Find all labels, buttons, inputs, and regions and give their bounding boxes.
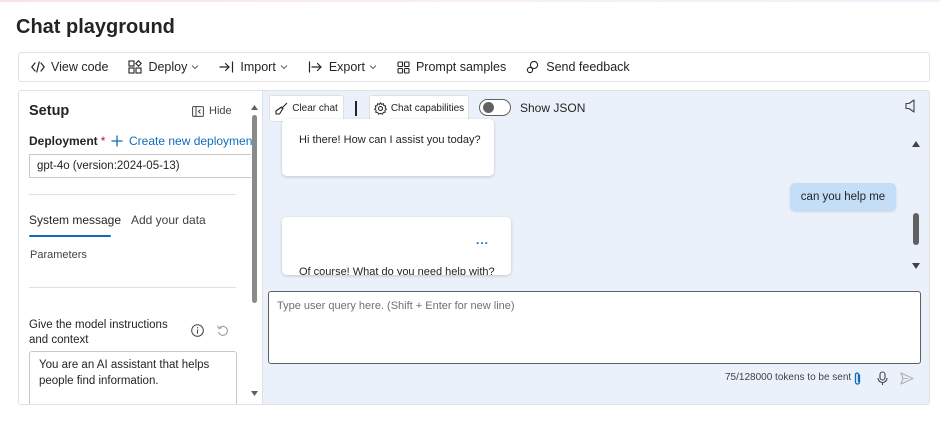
divider (29, 287, 236, 288)
deploy-button[interactable]: Deploy (128, 60, 199, 74)
chevron-down-icon (192, 65, 199, 70)
import-icon (219, 61, 234, 73)
hide-setup-button[interactable]: Hide (192, 105, 232, 117)
instructions-label: Give the model instructions and context (29, 319, 168, 346)
create-new-deployment-link[interactable]: Create new deployment (111, 134, 256, 148)
export-label: Export (328, 60, 365, 74)
chat-capabilities-label: Chat capabilities (390, 103, 465, 114)
export-button[interactable]: Export (308, 60, 377, 74)
scroll-down-icon[interactable] (912, 263, 920, 269)
send-icon[interactable] (900, 372, 914, 385)
panel-collapse-icon (192, 105, 204, 117)
send-feedback-label: Send feedback (546, 60, 630, 74)
prompt-samples-button[interactable]: Prompt samples (397, 60, 506, 74)
toolbar: View code Deploy Import Export Prompt sa… (18, 52, 930, 82)
setup-scrollbar[interactable] (251, 105, 258, 401)
chat-capabilities-button[interactable]: Chat capabilities (369, 95, 469, 122)
chevron-down-icon (369, 65, 377, 70)
attach-icon[interactable] (853, 371, 862, 386)
message-text: Hi there! How can I assist you today? (299, 134, 481, 146)
cube-icon (128, 60, 143, 74)
settings-icon (373, 102, 387, 115)
tab-system-message[interactable]: System message (29, 213, 121, 227)
speaker-icon[interactable] (905, 99, 917, 113)
microphone-icon[interactable] (877, 371, 888, 386)
clear-chat-button[interactable]: Clear chat (269, 95, 344, 122)
export-icon (308, 61, 322, 73)
import-button[interactable]: Import (219, 60, 288, 74)
code-icon (31, 61, 45, 73)
user-query-input[interactable]: Type user query here. (Shift + Enter for… (268, 291, 921, 364)
info-icon[interactable] (191, 324, 204, 337)
page-title: Chat playground (16, 16, 175, 38)
message-actions-button[interactable]: ... (476, 233, 489, 247)
broom-icon (275, 102, 288, 115)
chat-scrollbar[interactable] (912, 141, 920, 273)
plus-icon (111, 135, 123, 147)
setup-title: Setup (29, 103, 70, 119)
clear-chat-label: Clear chat (292, 103, 338, 114)
required-mark: * (100, 134, 106, 148)
grid-icon (397, 60, 410, 74)
view-code-label: View code (51, 60, 109, 74)
token-count: 75/128000 tokens to be sent (725, 372, 852, 383)
message-text: Of course! What do you need help with? (299, 266, 495, 275)
tab-add-your-data[interactable]: Add your data (131, 213, 206, 227)
assistant-message: Hi there! How can I assist you today? (282, 119, 494, 176)
scrollbar-thumb[interactable] (252, 115, 257, 303)
deployment-label: Deployment * (29, 134, 105, 148)
user-message: can you help me (790, 183, 896, 211)
playground-panel: Setup Hide Deployment * Create new deploy… (18, 90, 930, 405)
divider (29, 194, 236, 195)
top-accent-line (0, 0, 940, 2)
scroll-down-icon[interactable] (251, 391, 258, 396)
deploy-label: Deploy (148, 60, 188, 74)
toolbar-separator (355, 101, 357, 116)
assistant-message: ... Of course! What do you need help wit… (282, 217, 511, 275)
hide-label: Hide (209, 105, 232, 117)
deployment-select[interactable]: gpt-4o (version:2024-05-13) (29, 154, 251, 178)
create-new-deployment-label: Create new deployment (129, 134, 256, 148)
system-message-textarea[interactable]: You are an AI assistant that helps peopl… (29, 351, 237, 404)
scrollbar-thumb[interactable] (913, 213, 919, 245)
send-feedback-button[interactable]: Send feedback (526, 60, 630, 74)
chevron-down-icon (280, 65, 288, 70)
setup-pane: Setup Hide Deployment * Create new deploy… (19, 91, 262, 404)
scroll-up-icon[interactable] (251, 105, 258, 110)
import-label: Import (240, 60, 276, 74)
view-code-button[interactable]: View code (31, 60, 108, 74)
feedback-icon (527, 60, 539, 74)
show-json-toggle[interactable] (479, 99, 511, 116)
active-tab-indicator (29, 235, 111, 237)
parameters-link[interactable]: Parameters (30, 249, 87, 261)
prompt-samples-label: Prompt samples (415, 60, 507, 74)
deployment-label-text: Deployment (29, 134, 98, 148)
scroll-up-icon[interactable] (912, 141, 920, 147)
toggle-knob (483, 102, 494, 113)
show-json-label: Show JSON (520, 101, 586, 115)
chat-pane: Clear chat Chat capabilities Show JSON H… (262, 91, 929, 404)
reset-icon[interactable] (216, 324, 229, 337)
